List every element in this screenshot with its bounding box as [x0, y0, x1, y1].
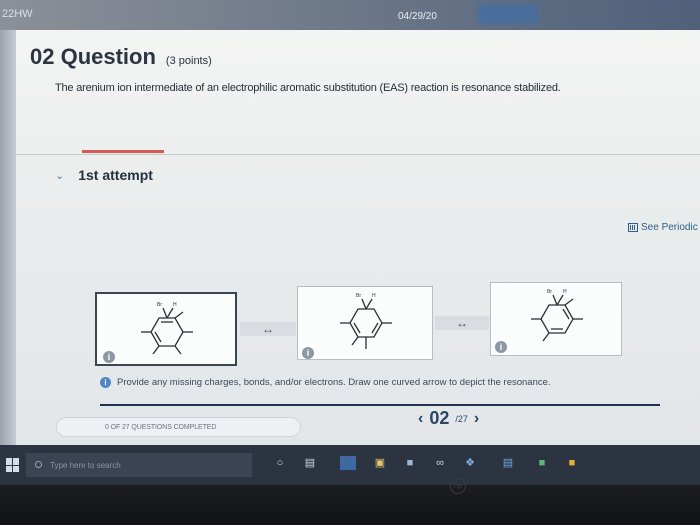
- arenium-structure-1: Br H: [141, 302, 193, 355]
- tab-label[interactable]: 22HW: [2, 8, 33, 20]
- arenium-structure-2: Br H: [340, 293, 392, 349]
- hint-row: i Provide any missing charges, bonds, an…: [100, 377, 551, 388]
- question-title: 02 Question: [30, 44, 156, 69]
- periodic-table-icon: [628, 223, 638, 232]
- structure-box-1[interactable]: Br H i: [95, 292, 237, 366]
- page-left-edge: [0, 30, 16, 445]
- hint-underline: [100, 404, 660, 406]
- question-header: 02 Question (3 points): [30, 44, 212, 70]
- green-app-icon[interactable]: ■: [534, 456, 550, 470]
- info-icon[interactable]: i: [302, 347, 314, 359]
- structure-3-br-label: Br: [547, 289, 552, 295]
- arenium-structure-3: Br H: [531, 289, 583, 342]
- divider: [16, 154, 700, 155]
- attempt-indicator: [82, 150, 164, 153]
- question-page: 02 Question (3 points) The arenium ion i…: [0, 30, 700, 445]
- browser-top-bar: 22HW 04/29/20: [0, 0, 700, 30]
- taskbar-search-input[interactable]: Type here to search: [26, 453, 252, 477]
- structure-box-2[interactable]: Br H i: [297, 286, 433, 360]
- structure-1-h-label: H: [173, 302, 177, 308]
- date-label: 04/29/20: [398, 11, 437, 22]
- windows-start-icon[interactable]: [6, 458, 20, 472]
- info-icon[interactable]: i: [103, 351, 115, 363]
- structure-box-3[interactable]: Br H i: [490, 282, 622, 356]
- periodic-table-label: See Periodic: [641, 222, 698, 233]
- windows-taskbar: Type here to search ○ ▤ ▣ ■ ∞ ❖ ▤ ■ ■: [0, 445, 700, 485]
- cortana-icon[interactable]: ○: [272, 456, 288, 470]
- photos-icon[interactable]: ■: [402, 456, 418, 470]
- attempt-toggle[interactable]: ⌄ 1st attempt: [55, 167, 153, 183]
- structure-2-br-label: Br: [356, 293, 361, 299]
- structure-2-h-label: H: [372, 293, 376, 299]
- total-questions: /27: [455, 413, 468, 424]
- attempt-label: 1st attempt: [78, 167, 153, 183]
- laptop-bezel: [0, 485, 700, 525]
- dropbox-icon[interactable]: ❖: [462, 456, 478, 470]
- hp-logo-icon: hp: [450, 478, 466, 494]
- info-circle-icon: i: [100, 377, 111, 388]
- question-points: (3 points): [165, 55, 212, 67]
- yellow-app-icon[interactable]: ■: [564, 456, 580, 470]
- search-icon: [35, 461, 42, 468]
- search-placeholder: Type here to search: [50, 461, 121, 470]
- periodic-table-link[interactable]: See Periodic: [628, 222, 698, 233]
- progress-text: 0 OF 27 QUESTIONS COMPLETED: [105, 424, 217, 431]
- next-question-button[interactable]: ›: [474, 410, 479, 428]
- store-icon[interactable]: ▣: [372, 456, 388, 470]
- question-pager: ‹ 02 /27 ›: [418, 408, 479, 429]
- resonance-arrow-2: ↔: [435, 316, 489, 330]
- resonance-arrow-1: ↔: [240, 322, 296, 336]
- app-icon[interactable]: ▤: [500, 456, 516, 470]
- info-icon[interactable]: i: [495, 341, 507, 353]
- blurred-badge: [478, 4, 538, 24]
- structure-3-h-label: H: [563, 289, 567, 295]
- infinity-icon[interactable]: ∞: [432, 456, 448, 470]
- task-view-icon[interactable]: ▤: [302, 456, 318, 470]
- current-question-number: 02: [429, 408, 450, 428]
- progress-status: 0 OF 27 QUESTIONS COMPLETED: [56, 417, 301, 437]
- structure-1-br-label: Br: [157, 302, 162, 308]
- chevron-down-icon[interactable]: ⌄: [55, 169, 64, 182]
- prev-question-button[interactable]: ‹: [418, 410, 423, 428]
- edge-icon[interactable]: [340, 456, 356, 470]
- question-text: The arenium ion intermediate of an elect…: [55, 82, 561, 94]
- hint-text: Provide any missing charges, bonds, and/…: [117, 377, 551, 388]
